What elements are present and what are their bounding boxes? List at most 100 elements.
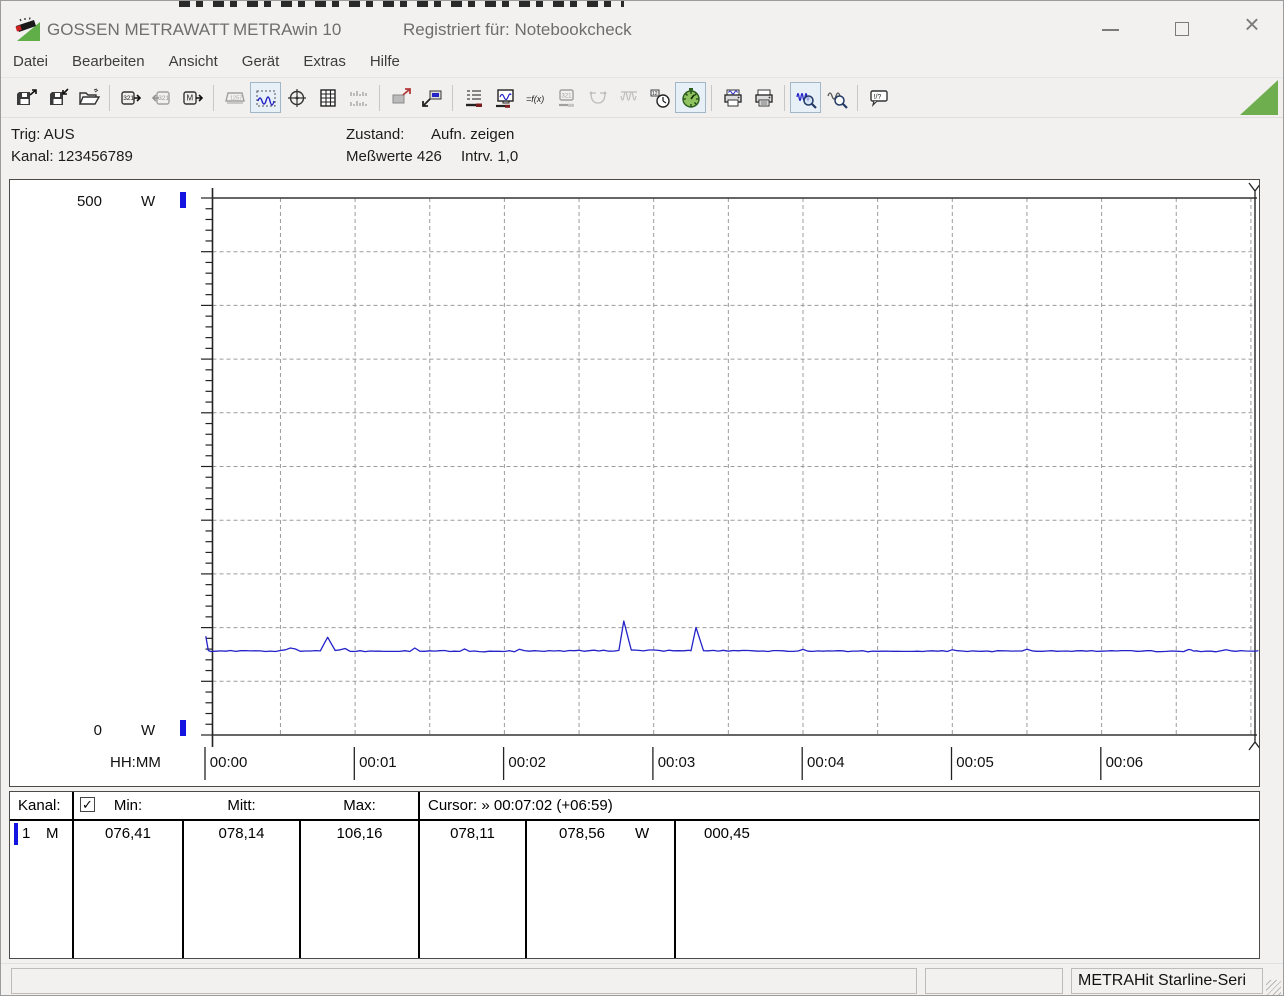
statusbar-info-panel	[925, 968, 1063, 994]
save-export-icon	[16, 88, 37, 105]
timer-icon	[681, 87, 700, 108]
print-preview-button[interactable]	[717, 82, 748, 113]
toolbar-separator	[857, 84, 858, 111]
open-button[interactable]	[73, 82, 104, 113]
minimize-button[interactable]	[1095, 21, 1125, 45]
trigger-status: Trig: AUS	[11, 126, 75, 143]
interval-value: Intrv. 1,0	[461, 148, 519, 165]
device-monitor-icon	[495, 88, 514, 108]
annotations-button[interactable]: !/?	[863, 82, 894, 113]
menu-item-extras[interactable]: Extras	[291, 49, 358, 74]
view-chart-button[interactable]	[250, 82, 281, 113]
plot-area[interactable]	[10, 180, 1259, 786]
close-button[interactable]: ×	[1237, 9, 1267, 39]
save-export-button[interactable]	[11, 82, 42, 113]
print-icon	[754, 89, 773, 106]
measurement-table: Kanal: ✓ Min: Mitt: Max: Cursor: » 00:07…	[9, 791, 1260, 959]
x-tick-label: 00:04	[807, 754, 845, 771]
print-button[interactable]	[748, 82, 779, 113]
toolbar-separator	[452, 84, 453, 111]
brand-title: GOSSEN METRAWATT	[47, 20, 230, 39]
menu-item-bearbeiten[interactable]: Bearbeiten	[60, 49, 157, 74]
app-logo-icon	[15, 17, 40, 41]
read-memory-button[interactable]: M	[177, 82, 208, 113]
channel-color-marker	[14, 823, 18, 845]
x-tick-label: 00:02	[508, 754, 546, 771]
zoom-out-button[interactable]	[821, 82, 852, 113]
time-config-button[interactable]: 12	[644, 82, 675, 113]
timer-button[interactable]	[675, 82, 706, 113]
export-data-icon	[392, 87, 411, 103]
trigger-single-button	[582, 82, 613, 113]
statusbar-message-panel	[11, 968, 917, 994]
x-tick-label: 00:05	[956, 754, 994, 771]
row-cursor-a: 078,11	[450, 825, 495, 842]
svg-text:=f(x): =f(x)	[526, 94, 544, 104]
write-device-icon: 321	[151, 90, 170, 105]
x-tick-label: 00:01	[359, 754, 397, 771]
read-device-button[interactable]: 321	[115, 82, 146, 113]
write-device-button: 321	[146, 82, 177, 113]
channel-status: Kanal: 123456789	[11, 148, 133, 165]
time-config-icon: 12	[650, 89, 670, 108]
save-button[interactable]	[42, 82, 73, 113]
import-data-button[interactable]	[416, 82, 447, 113]
samples-count: Meßwerte 426	[346, 148, 442, 165]
statusbar-device-panel: METRAHit Starline-Seri	[1071, 968, 1263, 994]
toolbar-separator	[213, 84, 214, 111]
state-label: Zustand:	[346, 126, 405, 143]
row-delta: 000,45	[704, 825, 750, 842]
menu-item-datei[interactable]: Datei	[1, 49, 60, 74]
row-channel: 1	[22, 825, 31, 842]
import-data-icon	[421, 90, 441, 107]
row-mode: M	[46, 825, 59, 842]
channel-config-button[interactable]	[458, 82, 489, 113]
view-histogram-icon	[349, 90, 367, 106]
export-data-button[interactable]	[385, 82, 416, 113]
zoom-in-icon	[795, 92, 817, 109]
menu-item-gert[interactable]: Gerät	[230, 49, 292, 74]
zoom-out-icon	[826, 91, 848, 109]
row-max: 106,16	[336, 825, 383, 842]
row-min: 076,41	[105, 825, 151, 842]
svg-text:!/?: !/?	[873, 94, 881, 101]
app-window: GOSSEN METRAWATT METRAwin 10 Registriert…	[0, 0, 1284, 996]
trigger-single-icon	[589, 91, 606, 104]
view-xy-button[interactable]	[281, 82, 312, 113]
svg-text:12: 12	[652, 91, 658, 97]
view-table-icon	[319, 88, 336, 107]
svg-text:321: 321	[561, 93, 572, 99]
menu-item-ansicht[interactable]: Ansicht	[157, 49, 230, 74]
svg-text:321: 321	[158, 95, 169, 102]
meter-display-button: 1257	[219, 82, 250, 113]
annotations-icon: !/?	[869, 89, 888, 107]
cursor-header: Cursor: » 00:07:02 (+06:59)	[428, 797, 613, 814]
channel-config-icon	[465, 89, 482, 107]
zoom-in-button[interactable]	[790, 82, 821, 113]
resize-grip[interactable]	[1266, 980, 1281, 995]
read-device-icon: 321	[120, 90, 141, 105]
x-tick-label: 00:06	[1105, 754, 1144, 771]
trigger-continuous-icon	[619, 90, 637, 101]
x-tick-label: 00:03	[657, 754, 696, 771]
meter-display-icon: 1257	[224, 91, 245, 103]
row-mitt: 078,14	[218, 825, 265, 842]
row-cursor-b: 078,56	[559, 825, 605, 842]
toolbar-separator	[784, 84, 785, 111]
brand-triangle-icon	[1240, 80, 1278, 115]
menu-item-hilfe[interactable]: Hilfe	[358, 49, 412, 74]
print-preview-icon	[723, 89, 742, 106]
row-unit: W	[635, 825, 650, 842]
x-tick-label: 00:00	[209, 754, 248, 771]
formula-button[interactable]: =f(x)	[520, 82, 551, 113]
maximize-button[interactable]	[1167, 19, 1197, 43]
col-min-label: Min:	[113, 797, 143, 814]
col-kanal-label: Kanal:	[18, 797, 61, 814]
formula-icon: =f(x)	[526, 94, 544, 104]
view-histogram-button	[343, 82, 374, 113]
trigger-continuous-button	[613, 82, 644, 113]
view-table-button[interactable]	[312, 82, 343, 113]
state-value: Aufn. zeigen	[431, 126, 515, 143]
toolbar-separator	[711, 84, 712, 111]
device-monitor-button[interactable]	[489, 82, 520, 113]
